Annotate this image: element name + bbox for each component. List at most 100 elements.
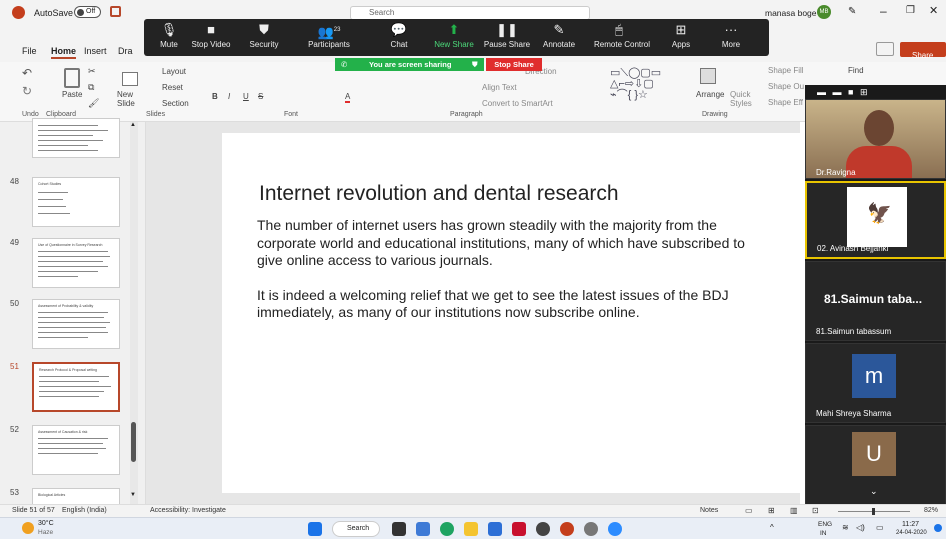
reset-button[interactable]: Reset xyxy=(162,83,183,92)
clock-date[interactable]: 24-04-2020 xyxy=(896,530,927,536)
redo-icon[interactable]: ↻ xyxy=(22,84,32,98)
remote-control-button[interactable]: 🖱 Remote Control xyxy=(594,22,650,49)
scroll-thumb[interactable] xyxy=(131,422,136,462)
copy-icon[interactable]: ⧉ xyxy=(88,82,94,93)
slide-body[interactable]: The number of internet users has grown s… xyxy=(257,217,757,339)
close-icon[interactable]: ✕ xyxy=(929,4,938,17)
arrange-label[interactable]: Arrange xyxy=(696,90,724,99)
scroll-down-icon[interactable]: ▼ xyxy=(130,492,136,498)
scroll-up-icon[interactable]: ▲ xyxy=(130,122,136,128)
chevron-down-icon[interactable]: ⌄ xyxy=(870,486,878,497)
slide-sorter-icon[interactable]: ⊞ xyxy=(768,506,775,515)
clock-time[interactable]: 11:27 xyxy=(902,521,919,528)
tab-draw[interactable]: Dra xyxy=(118,46,133,56)
format-painter-icon[interactable]: 🖌 xyxy=(88,98,99,109)
pen-icon[interactable]: ✎ xyxy=(848,6,856,17)
slide-thumbnail[interactable]: Cohort Studies xyxy=(32,177,120,227)
tab-insert[interactable]: Insert xyxy=(84,46,107,56)
security-button[interactable]: ⛊ Security xyxy=(239,22,289,49)
taskbar-search[interactable]: Search xyxy=(332,521,380,537)
quick-styles-button[interactable]: Quick Styles xyxy=(730,90,752,108)
windows-start-icon[interactable] xyxy=(308,522,322,536)
tray-chevron-up-icon[interactable]: ^ xyxy=(770,523,774,532)
tab-home[interactable]: Home xyxy=(51,46,77,59)
shape-fill-button[interactable]: Shape Fill xyxy=(768,66,804,75)
stop-share-button[interactable]: Stop Share xyxy=(486,58,542,71)
paste-label[interactable]: Paste xyxy=(62,90,82,99)
task-view-icon[interactable] xyxy=(392,522,406,536)
powerpoint-taskbar-icon[interactable] xyxy=(560,522,574,536)
widgets-icon[interactable] xyxy=(416,522,430,536)
video-tile[interactable]: m Mahi Shreya Sharma xyxy=(805,343,946,423)
settings-icon[interactable] xyxy=(584,522,598,536)
participants-button[interactable]: 👥23 Participants xyxy=(304,22,354,49)
slide-thumbnail[interactable]: Assessment of Probability & validity xyxy=(32,299,120,349)
font-color-icon[interactable]: A xyxy=(345,92,351,103)
arrange-icon[interactable] xyxy=(700,68,716,84)
slide-thumbnail[interactable]: Use of Questionnaire in Survey Research xyxy=(32,238,120,288)
cut-icon[interactable]: ✂ xyxy=(88,66,96,77)
normal-view-icon[interactable]: ▭ xyxy=(745,506,753,515)
slide-thumbnail-pane[interactable]: 48 Cohort Studies 49 Use of Questionnair… xyxy=(0,118,146,508)
apps-button[interactable]: ⊞ Apps xyxy=(656,22,706,49)
chrome-icon[interactable] xyxy=(440,522,454,536)
wifi-icon[interactable]: ≋ xyxy=(842,523,849,532)
minimize-icon[interactable]: – xyxy=(880,4,887,18)
annotate-button[interactable]: ✎ Annotate xyxy=(534,22,584,49)
more-button[interactable]: ··· More xyxy=(706,22,756,49)
notes-button[interactable]: Notes xyxy=(700,507,718,514)
autosave-toggle[interactable]: Off xyxy=(74,6,101,18)
video-tile-active-speaker[interactable]: Dr.Ravigna xyxy=(805,99,946,179)
tab-file[interactable]: File xyxy=(22,46,37,56)
bold-icon[interactable]: B xyxy=(212,92,218,101)
battery-icon[interactable]: ▭ xyxy=(876,523,884,532)
zoom-level[interactable]: 82% xyxy=(924,507,938,514)
user-avatar[interactable]: MB xyxy=(817,5,831,19)
shape-outline-button[interactable]: Shape Ou xyxy=(768,82,804,91)
weather-icon[interactable] xyxy=(22,522,34,534)
volume-icon[interactable]: ◁) xyxy=(856,523,865,532)
layout-button[interactable]: Layout xyxy=(162,67,186,76)
language-status[interactable]: English (India) xyxy=(62,507,107,514)
search-box[interactable]: Search xyxy=(350,6,590,20)
find-button[interactable]: Find xyxy=(848,66,864,75)
video-tile[interactable]: U ⌄ xyxy=(805,425,946,505)
section-button[interactable]: Section xyxy=(162,99,189,108)
strikethrough-icon[interactable]: S xyxy=(258,92,263,101)
language-indicator[interactable]: ENG xyxy=(818,521,832,528)
paste-icon[interactable] xyxy=(64,68,80,88)
italic-icon[interactable]: I xyxy=(228,92,230,101)
pause-share-button[interactable]: ❚❚ Pause Share xyxy=(482,22,532,49)
new-slide-icon[interactable] xyxy=(122,72,138,86)
stop-video-button[interactable]: ■ Stop Video xyxy=(186,22,236,49)
underline-icon[interactable]: U xyxy=(243,92,249,101)
notification-badge[interactable] xyxy=(934,524,942,532)
file-explorer-icon[interactable] xyxy=(464,522,478,536)
shapes-gallery-icon[interactable]: ▭⟍◯▢▭ △⌐⇨⇩▢ ⌁⌒{ }☆ xyxy=(610,68,690,102)
video-tile[interactable]: 🦅 02. Avinash Bejjanki xyxy=(805,181,946,259)
chat-button[interactable]: 💬 Chat xyxy=(374,22,424,49)
slide-thumbnail-selected[interactable]: Research Protocol & Proposal writing xyxy=(32,362,120,412)
zoom-taskbar-icon[interactable] xyxy=(608,522,622,536)
current-slide[interactable]: Internet revolution and dental research … xyxy=(222,133,800,493)
share-button[interactable]: Share xyxy=(900,42,946,60)
store-icon[interactable] xyxy=(488,522,502,536)
shape-effects-button[interactable]: Shape Eff xyxy=(768,98,803,107)
thumbnail-scrollbar[interactable]: ▲ ▼ xyxy=(130,122,138,504)
save-icon[interactable] xyxy=(110,6,121,17)
comments-button[interactable] xyxy=(876,42,894,56)
new-share-button[interactable]: ⬆ New Share xyxy=(429,22,479,49)
restore-icon[interactable]: ❐ xyxy=(906,5,915,16)
align-text-button[interactable]: Align Text xyxy=(482,83,517,92)
slide-thumbnail[interactable] xyxy=(32,118,120,158)
zoom-slider-thumb[interactable] xyxy=(872,508,875,515)
slide-thumbnail[interactable]: Assessment of Causation & risk xyxy=(32,425,120,475)
slide-title[interactable]: Internet revolution and dental research xyxy=(259,182,619,206)
slideshow-icon[interactable]: ⊡ xyxy=(812,506,819,515)
undo-icon[interactable]: ↶ xyxy=(22,66,32,80)
convert-smartart-button[interactable]: Convert to SmartArt xyxy=(482,99,553,108)
mcafee-icon[interactable] xyxy=(512,522,526,536)
new-slide-label[interactable]: New Slide xyxy=(117,90,143,108)
reading-view-icon[interactable]: ▥ xyxy=(790,506,798,515)
video-tile[interactable]: 81.Saimun taba... 81.Saimun tabassum xyxy=(805,261,946,341)
